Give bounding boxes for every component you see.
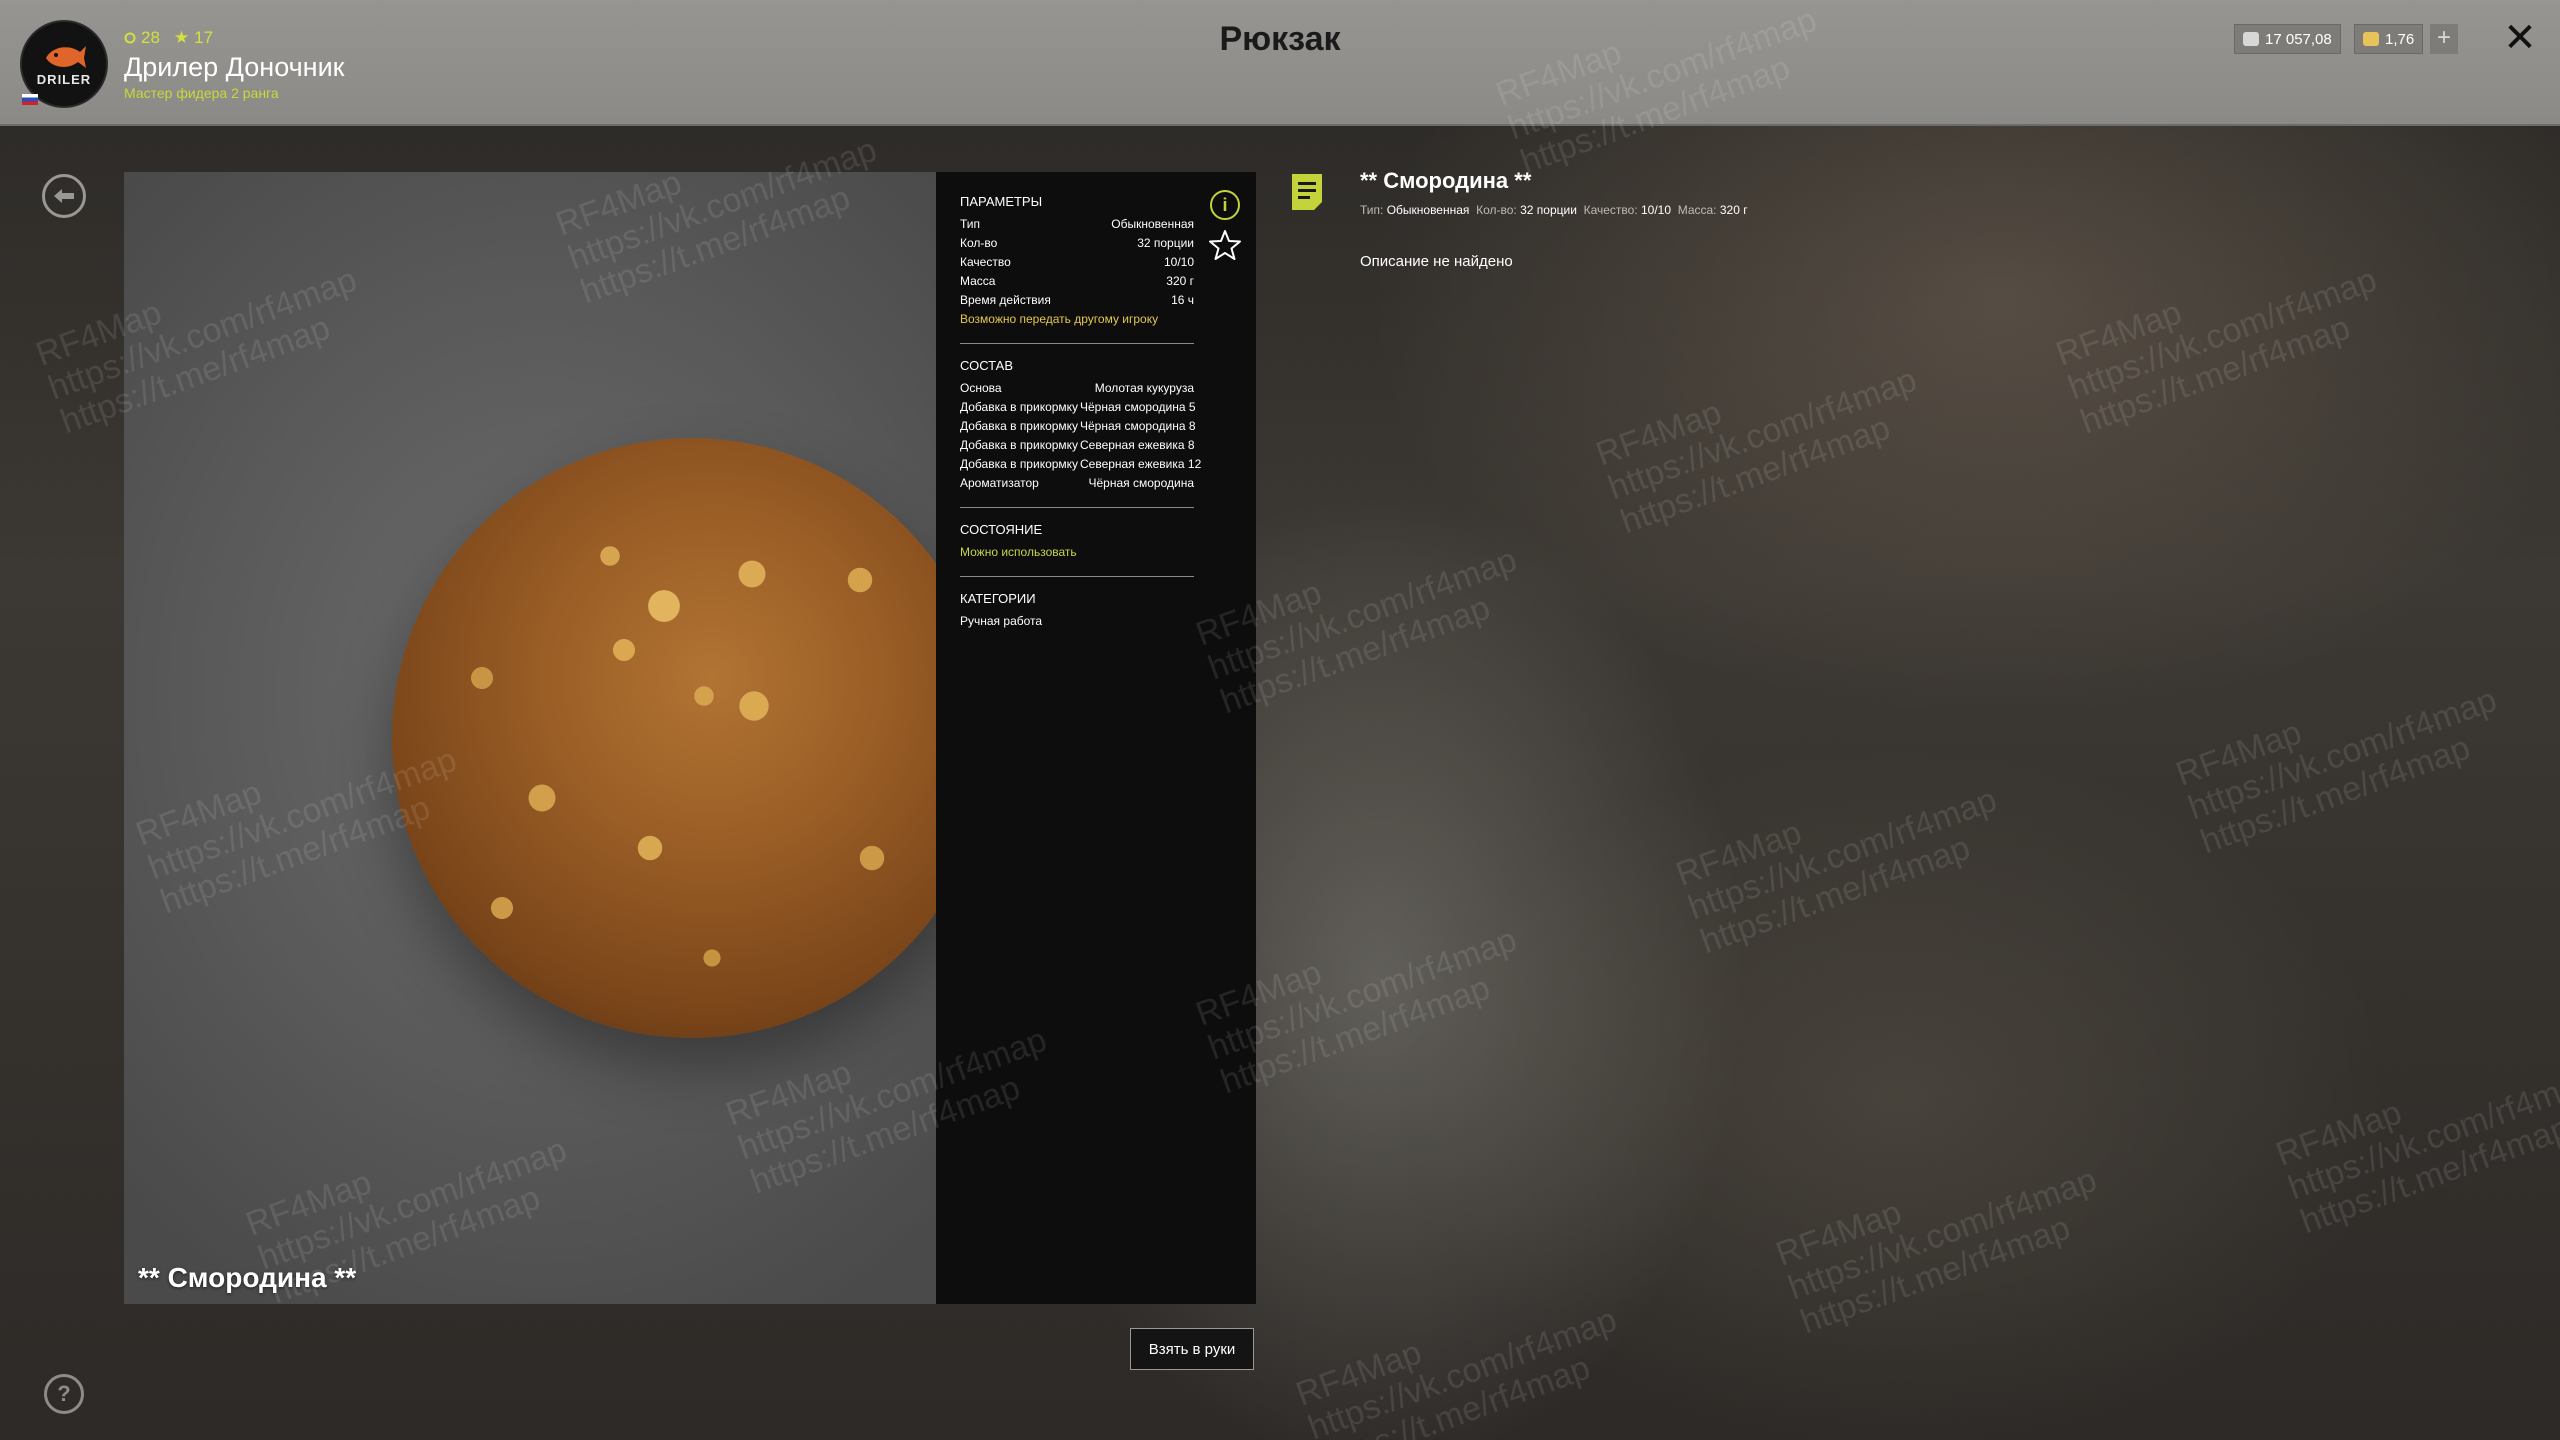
- param-label: Качество: [960, 255, 1011, 269]
- close-button[interactable]: ✕: [2500, 18, 2540, 58]
- meta-label: Кол-во:: [1476, 203, 1517, 217]
- favorite-star-icon[interactable]: [1208, 228, 1242, 262]
- composition-label: Ароматизатор: [960, 476, 1039, 490]
- meta-value: 320 г: [1719, 203, 1748, 217]
- level-value: 28: [141, 28, 160, 47]
- composition-row: Основа Молотая кукуруза: [960, 379, 1194, 398]
- composition-value: Северная ежевика 8: [1080, 438, 1195, 452]
- gold-value: 1,76: [2385, 30, 2415, 48]
- item-details-panel: i ПАРАМЕТРЫ Тип Обыкновенная Кол-во 32 п…: [936, 172, 1256, 1304]
- param-value: 320 г: [1166, 274, 1194, 288]
- params-heading: ПАРАМЕТРЫ: [960, 194, 1043, 209]
- categories-heading: КАТЕГОРИИ: [960, 591, 1036, 606]
- composition-row: Добавка в прикормку Чёрная смородина 5: [960, 398, 1196, 417]
- description-meta: Тип: Обыкновенная Кол-во: 32 порции Каче…: [1360, 203, 1748, 217]
- param-value: 10/10: [1163, 255, 1194, 269]
- document-icon: [1292, 174, 1322, 210]
- composition-value: Молотая кукуруза: [1094, 381, 1194, 395]
- composition-row: Добавка в прикормку Северная ежевика 12: [960, 455, 1201, 474]
- description-text: Описание не найдено: [1360, 253, 1513, 270]
- meta-label: Качество:: [1583, 203, 1638, 217]
- composition-row: Добавка в прикормку Чёрная смородина 8: [960, 417, 1196, 436]
- add-currency-button[interactable]: +: [2430, 24, 2458, 54]
- param-row-mass: Масса 320 г: [960, 272, 1194, 291]
- composition-label: Добавка в прикормку: [960, 419, 1079, 433]
- param-label: Масса: [960, 274, 996, 288]
- watermark: RF4Map https://vk.com/rf4map https://t.m…: [2270, 1060, 2560, 1242]
- meta-value: Обыкновенная: [1386, 203, 1470, 217]
- stars-stat: ★ 17: [174, 28, 213, 48]
- silver-value: 17 057,08: [2265, 30, 2332, 48]
- take-in-hands-button[interactable]: Взять в руки: [1130, 1328, 1254, 1370]
- description-title: ** Смородина **: [1360, 168, 1532, 193]
- help-button[interactable]: ?: [44, 1374, 84, 1414]
- player-rank: Мастер фидера 2 ранга: [124, 85, 279, 101]
- composition-row: Ароматизатор Чёрная смородина: [960, 474, 1194, 493]
- gold-coin-icon: [2363, 32, 2379, 46]
- composition-value: Чёрная смородина 8: [1080, 419, 1196, 433]
- param-label: Кол-во: [960, 236, 998, 250]
- watermark: RF4Map https://vk.com/rf4map https://t.m…: [1770, 1160, 2102, 1342]
- item-preview[interactable]: ** Смородина **: [124, 172, 936, 1304]
- param-value: 32 порции: [1137, 236, 1194, 250]
- watermark: RF4Map https://vk.com/rf4map https://t.m…: [1290, 1300, 1622, 1440]
- player-stats: 28 ★ 17: [124, 28, 213, 48]
- composition-label: Основа: [960, 381, 1002, 395]
- back-button[interactable]: [42, 174, 86, 218]
- back-arrow-icon: [54, 189, 74, 203]
- param-label: Время действия: [960, 293, 1051, 307]
- composition-value: Чёрная смородина 5: [1080, 400, 1196, 414]
- divider: [960, 343, 1194, 344]
- russia-flag-icon: [22, 94, 38, 105]
- state-heading: СОСТОЯНИЕ: [960, 522, 1043, 537]
- player-name[interactable]: Дрилер Доночник: [124, 52, 344, 83]
- watermark: RF4Map https://vk.com/rf4map https://t.m…: [1590, 360, 1922, 542]
- watermark: RF4Map https://vk.com/rf4map https://t.m…: [1670, 780, 2002, 962]
- avatar-logo-text: DRILER: [36, 71, 92, 87]
- meta-label: Тип:: [1360, 203, 1384, 217]
- silver-coin-icon: [2243, 32, 2259, 46]
- level-stat: 28: [124, 28, 160, 48]
- param-row-quantity: Кол-во 32 порции: [960, 234, 1194, 253]
- star-small-icon: ★: [173, 28, 190, 47]
- composition-row: Добавка в прикормку Северная ежевика 8: [960, 436, 1195, 455]
- category-row: Ручная работа: [960, 612, 1194, 631]
- boilie-image: [392, 438, 936, 1038]
- info-icon[interactable]: i: [1210, 190, 1240, 220]
- preview-item-name: ** Смородина **: [138, 1262, 357, 1293]
- param-label: Тип: [960, 217, 981, 231]
- fish-logo-icon: [46, 45, 86, 68]
- composition-label: Добавка в прикормку: [960, 438, 1079, 452]
- watermark: RF4Map https://vk.com/rf4map https://t.m…: [2170, 680, 2502, 862]
- param-value: Обыкновенная: [1111, 217, 1194, 231]
- divider: [960, 576, 1194, 577]
- watermark: RF4Map https://vk.com/rf4map https://t.m…: [2050, 260, 2382, 442]
- silver-balance[interactable]: 17 057,08: [2234, 24, 2341, 54]
- level-circle-icon: [124, 32, 136, 44]
- composition-label: Добавка в прикормку: [960, 400, 1079, 414]
- composition-label: Добавка в прикормку: [960, 457, 1079, 471]
- category-value: Ручная работа: [960, 614, 1043, 628]
- divider: [960, 507, 1194, 508]
- param-value: 16 ч: [1171, 293, 1194, 307]
- gold-balance[interactable]: 1,76: [2354, 24, 2424, 54]
- meta-label: Масса:: [1677, 203, 1717, 217]
- param-row-quality: Качество 10/10: [960, 253, 1194, 272]
- composition-heading: СОСТАВ: [960, 358, 1014, 373]
- composition-value: Чёрная смородина: [1088, 476, 1195, 490]
- meta-value: 10/10: [1641, 203, 1672, 217]
- top-bar: DRILER 28 ★ 17 Дрилер Доночник Мастер фи…: [0, 0, 2560, 126]
- meta-value: 32 порции: [1520, 203, 1577, 217]
- composition-value: Северная ежевика 12: [1080, 457, 1202, 471]
- state-value: Можно использовать: [960, 545, 1077, 559]
- param-row-type: Тип Обыкновенная: [960, 215, 1194, 234]
- transfer-note: Возможно передать другому игроку: [960, 312, 1159, 326]
- param-row-duration: Время действия 16 ч: [960, 291, 1194, 310]
- page-title: Рюкзак: [1219, 20, 1341, 58]
- stars-value: 17: [194, 28, 214, 47]
